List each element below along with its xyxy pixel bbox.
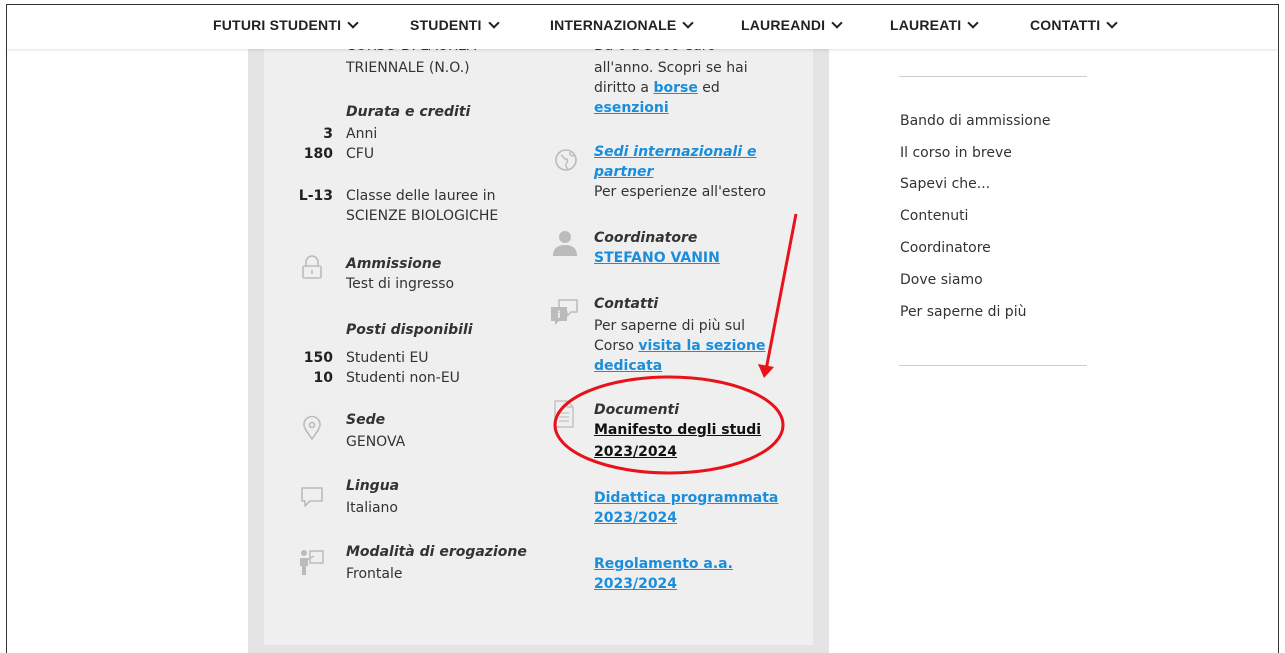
- regolamento-link-line2[interactable]: 2023/2024: [594, 573, 677, 595]
- years-unit: Anni: [346, 126, 378, 142]
- nav-futuri-studenti-label: FUTURI STUDENTI: [213, 17, 342, 33]
- chevron-down-icon: [347, 17, 359, 29]
- contacts-label: Contatti: [594, 296, 659, 312]
- sidebar-link-coordinatore[interactable]: Coordinatore: [900, 238, 991, 258]
- class-text-line1: Classe delle lauree in: [346, 188, 496, 204]
- top-navigation: FUTURI STUDENTI STUDENTI INTERNAZIONALE …: [7, 5, 1278, 49]
- coordinator-name-link[interactable]: STEFANO VANIN: [594, 247, 720, 269]
- sidebar-divider-bottom: [899, 365, 1087, 366]
- nav-laureati-label: LAUREATI: [890, 17, 962, 33]
- site-value: GENOVA: [346, 434, 406, 450]
- nav-internazionale[interactable]: INTERNAZIONALE: [550, 17, 695, 33]
- fees-line3: diritto a borse ed: [594, 77, 720, 99]
- fees-line2: all'anno. Scopri se hai: [594, 60, 748, 76]
- sidebar-link-bando[interactable]: Bando di ammissione: [900, 111, 1050, 131]
- seats-noneu-text: Studenti non-EU: [346, 370, 460, 386]
- coordinator-label: Coordinatore: [594, 230, 698, 246]
- borse-link[interactable]: borse: [653, 80, 697, 96]
- sidebar-link-saperne-piu[interactable]: Per saperne di più: [900, 302, 1026, 322]
- chevron-down-icon: [682, 17, 695, 29]
- regolamento-link-line1[interactable]: Regolamento a.a.: [594, 553, 733, 575]
- nav-contatti-label: CONTATTI: [1030, 17, 1101, 33]
- delivery-value: Frontale: [346, 566, 403, 582]
- fees-line3-suffix: ed: [697, 80, 720, 96]
- chevron-down-icon: [487, 17, 500, 29]
- location-pin-icon: [303, 415, 321, 441]
- document-icon: [554, 400, 574, 428]
- nav-studenti[interactable]: STUDENTI: [410, 17, 500, 33]
- cfu-number: 180: [303, 146, 333, 162]
- nav-laureandi[interactable]: LAUREANDI: [741, 17, 843, 33]
- language-label: Lingua: [346, 478, 400, 494]
- svg-text:i: i: [557, 310, 560, 321]
- didattica-link-line2[interactable]: 2023/2024: [594, 507, 677, 529]
- globe-icon: [555, 149, 577, 171]
- sidebar-link-sapevi-che[interactable]: Sapevi che...: [900, 174, 990, 194]
- admission-value: Test di ingresso: [346, 276, 455, 292]
- nav-contatti[interactable]: CONTATTI: [1030, 17, 1118, 33]
- years-number: 3: [323, 126, 333, 142]
- language-value: Italiano: [346, 500, 398, 516]
- nav-laureati[interactable]: LAUREATI: [890, 17, 980, 33]
- nav-laureandi-label: LAUREANDI: [741, 17, 826, 33]
- international-link-line2[interactable]: partner: [594, 161, 653, 183]
- nav-internazionale-label: INTERNAZIONALE: [550, 17, 677, 33]
- sidebar-link-dove-siamo[interactable]: Dove siamo: [900, 270, 983, 290]
- seats-noneu-number: 10: [313, 370, 333, 386]
- contacts-text-prefix: Corso: [594, 338, 639, 354]
- class-text-line2: SCIENZE BIOLOGICHE: [346, 208, 499, 224]
- page-frame: CORSO DI LAUREA TRIENNALE (N.O.) Durata …: [6, 4, 1279, 653]
- sidebar-link-contenuti[interactable]: Contenuti: [900, 206, 968, 226]
- fees-line3-prefix: diritto a: [594, 80, 654, 96]
- person-icon: [553, 231, 577, 256]
- chevron-down-icon: [831, 17, 843, 29]
- nav-futuri-studenti[interactable]: FUTURI STUDENTI: [213, 17, 359, 33]
- delivery-label: Modalità di erogazione: [346, 544, 527, 560]
- admission-label: Ammissione: [346, 256, 442, 272]
- lock-icon: [302, 255, 322, 279]
- chevron-down-icon: [967, 17, 980, 29]
- didattica-link-line1[interactable]: Didattica programmata: [594, 487, 778, 509]
- duration-label: Durata e crediti: [346, 104, 471, 120]
- speech-bubble-icon: [301, 487, 323, 507]
- chevron-down-icon: [1106, 17, 1118, 29]
- seats-eu-text: Studenti EU: [346, 350, 429, 366]
- course-type-line2: TRIENNALE (N.O.): [346, 60, 470, 76]
- dedicated-section-link[interactable]: visita la sezione: [638, 338, 765, 354]
- cfu-unit: CFU: [346, 146, 375, 162]
- manifesto-link-line1[interactable]: Manifesto degli studi: [594, 419, 761, 441]
- class-code: L-13: [298, 188, 333, 204]
- manifesto-link-line2[interactable]: 2023/2024: [594, 441, 677, 463]
- contacts-text-line1: Per saperne di più sul: [594, 318, 745, 334]
- international-text: Per esperienze all'estero: [594, 184, 766, 200]
- seats-eu-number: 150: [303, 350, 333, 366]
- esenzioni-link[interactable]: esenzioni: [594, 97, 669, 119]
- contacts-text-line2: Corso visita la sezione: [594, 335, 765, 357]
- seats-label: Posti disponibili: [346, 322, 473, 338]
- chat-info-icon: i: [551, 299, 578, 325]
- dedicated-section-link-line2[interactable]: dedicata: [594, 355, 662, 377]
- international-link-line1[interactable]: Sedi internazionali e: [594, 141, 757, 163]
- sidebar-link-corso-breve[interactable]: Il corso in breve: [900, 143, 1012, 163]
- documents-label: Documenti: [594, 402, 680, 418]
- site-label: Sede: [346, 412, 386, 428]
- teacher-board-icon: [300, 550, 324, 575]
- sidebar-divider-top: [899, 76, 1087, 77]
- nav-studenti-label: STUDENTI: [410, 17, 482, 33]
